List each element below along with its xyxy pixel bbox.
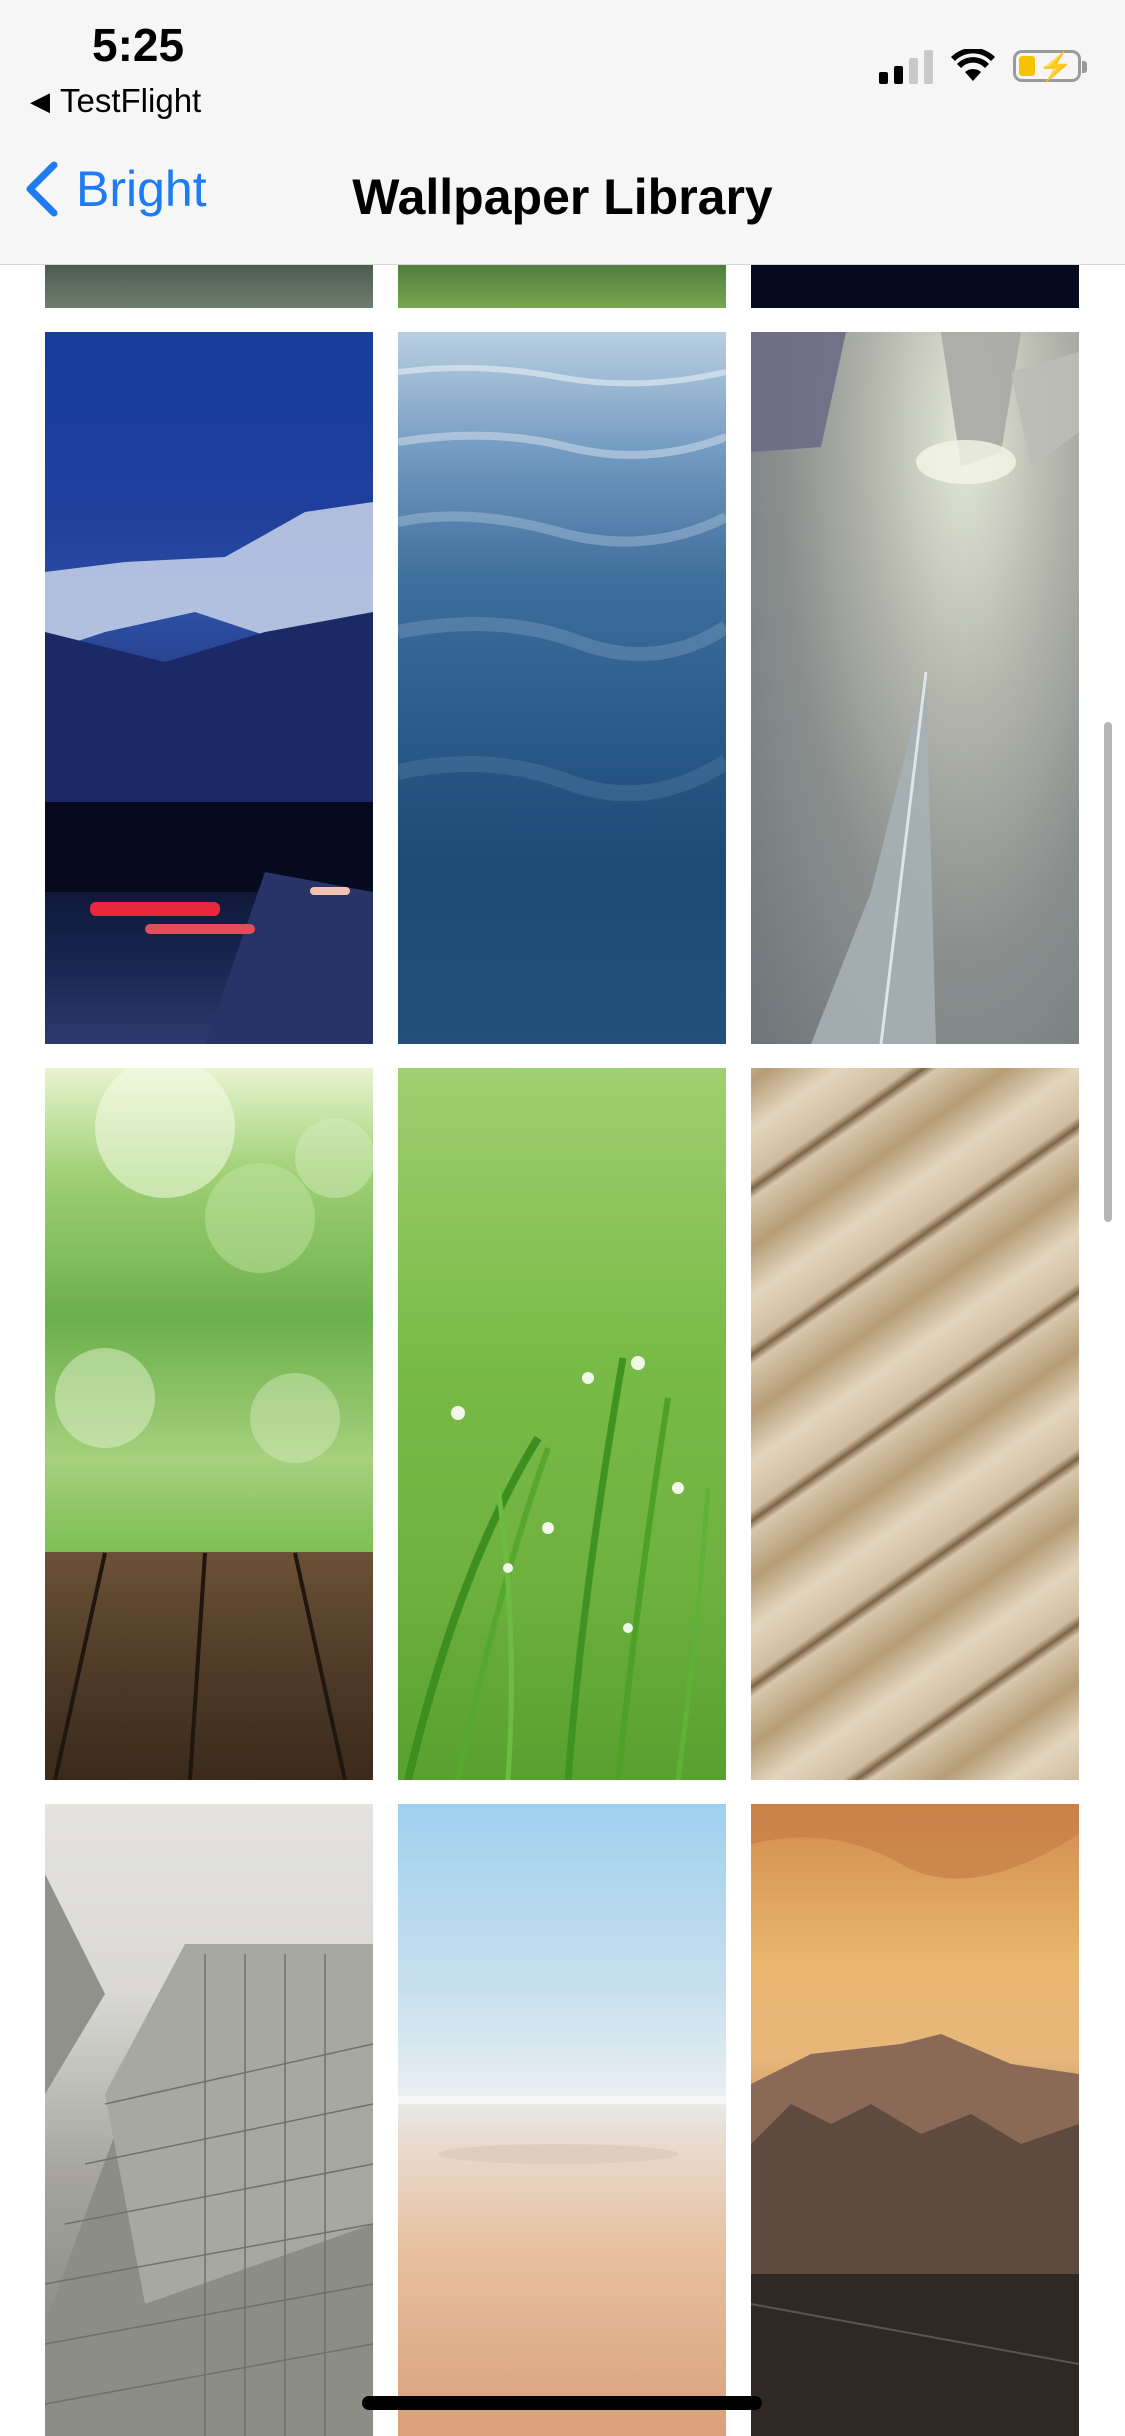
charging-bolt-icon: ⚡ <box>1038 51 1073 82</box>
vertical-scrollbar[interactable] <box>1104 722 1112 1222</box>
mountain-road-image <box>45 502 373 1044</box>
navigation-header: 5:25 ◀ TestFlight ⚡ Bright Wallpaper Lib… <box>0 0 1125 265</box>
wallpaper-thumbnail-partial[interactable] <box>398 264 726 308</box>
wallpaper-blue-water[interactable] <box>398 332 726 1044</box>
bokeh-wood-image <box>53 1068 373 1780</box>
back-app-label: TestFlight <box>60 82 202 119</box>
grass-image <box>404 1356 711 1780</box>
wallpaper-grass-dewdrops[interactable] <box>398 1068 726 1780</box>
home-indicator[interactable] <box>362 2396 762 2410</box>
glass-building-image <box>45 1874 373 2436</box>
back-triangle-icon: ◀ <box>30 85 50 116</box>
back-to-app-link[interactable]: ◀ TestFlight <box>30 82 201 120</box>
wallpaper-library-screen: 5:25 ◀ TestFlight ⚡ Bright Wallpaper Lib… <box>0 0 1125 2436</box>
wallpaper-desert-mountains[interactable] <box>751 1804 1079 2436</box>
water-ripples-image <box>398 365 726 802</box>
wallpaper-mountain-road-night[interactable] <box>45 332 373 1044</box>
wifi-icon <box>951 49 995 81</box>
status-time: 5:25 <box>92 19 185 71</box>
desert-mountains-image <box>751 1804 1079 2436</box>
wallpaper-thumbnail-partial[interactable] <box>751 264 1079 308</box>
page-title: Wallpaper Library <box>352 169 773 225</box>
skyscrapers-image <box>751 332 1079 1044</box>
wallpaper-glass-building[interactable] <box>45 1804 373 2436</box>
wallpaper-green-bokeh-wood[interactable] <box>45 1068 373 1780</box>
status-icons: ⚡ <box>879 48 1087 84</box>
wallpaper-foggy-skyscrapers[interactable] <box>751 332 1079 1044</box>
cellular-signal-icon <box>879 48 933 84</box>
wallpaper-beach-horizon[interactable] <box>398 1804 726 2436</box>
battery-icon: ⚡ <box>1013 50 1087 82</box>
wallpaper-wooden-planks[interactable] <box>751 1068 1079 1780</box>
beach-image <box>398 2096 726 2164</box>
wallpaper-thumbnail-partial[interactable] <box>45 264 373 308</box>
